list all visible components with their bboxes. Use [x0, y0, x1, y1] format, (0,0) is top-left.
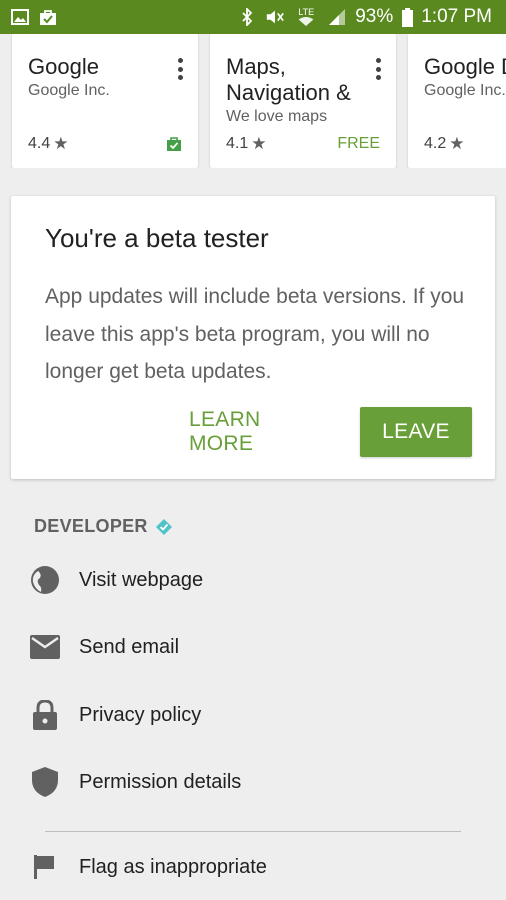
bluetooth-icon [237, 8, 257, 26]
app-rating: 4.4 ★ [28, 134, 69, 154]
beta-card-title: You're a beta tester [45, 223, 269, 253]
installed-icon [166, 136, 182, 152]
top-developer-badge-icon [155, 518, 172, 535]
battery-icon [401, 7, 413, 27]
status-bar-right: LTE 93% 1:07 PM [237, 6, 492, 28]
mute-icon [265, 8, 285, 26]
overflow-menu-icon[interactable] [176, 58, 184, 80]
app-rating: 4.2 ★ [424, 134, 465, 154]
price-label: FREE [337, 135, 380, 152]
app-title: Maps, Navigation & [226, 54, 351, 105]
developer-header-label: DEVELOPER [34, 516, 148, 536]
beta-card-body: App updates will include beta versions. … [45, 285, 465, 383]
leave-button[interactable]: LEAVE [360, 407, 472, 457]
email-icon [30, 632, 60, 662]
flag-icon [30, 852, 60, 882]
app-card-maps[interactable]: Maps, Navigation & We love maps 4.1 ★ FR… [210, 34, 396, 168]
permission-details-label: Permission details [79, 770, 242, 793]
signal-icon [327, 8, 347, 26]
visit-webpage-label: Visit webpage [79, 568, 204, 591]
app-developer: Google Inc. [424, 82, 506, 99]
shield-icon [30, 767, 60, 797]
app-developer: Google Inc. [28, 82, 110, 99]
send-email-label: Send email [79, 635, 180, 658]
clock: 1:07 PM [421, 6, 492, 27]
lock-icon [30, 700, 60, 730]
send-email-item[interactable]: Send email [0, 618, 506, 676]
app-rating: 4.1 ★ [226, 134, 267, 154]
battery-percent: 93% [355, 6, 394, 27]
app-card-google-docs[interactable]: Google Docs Google Inc. 4.2 ★ [408, 34, 506, 168]
visit-webpage-item[interactable]: Visit webpage [0, 551, 506, 609]
similar-apps-row: Google Google Inc. 4.4 ★ Maps, Navigatio… [0, 34, 506, 168]
privacy-policy-label: Privacy policy [79, 703, 202, 726]
flag-inappropriate-item[interactable]: Flag as inappropriate [0, 838, 506, 896]
store-notification-icon [38, 8, 58, 26]
flag-inappropriate-label: Flag as inappropriate [79, 855, 267, 878]
star-icon: ★ [53, 134, 69, 153]
overflow-menu-icon[interactable] [374, 58, 382, 80]
app-card-footer: 4.1 ★ FREE [226, 134, 380, 154]
app-card-google[interactable]: Google Google Inc. 4.4 ★ [12, 34, 198, 168]
privacy-policy-item[interactable]: Privacy policy [0, 686, 506, 744]
rating-value: 4.1 [226, 135, 249, 152]
developer-section-header: DEVELOPER [34, 516, 172, 537]
app-developer: We love maps [226, 108, 328, 125]
permission-details-item[interactable]: Permission details [0, 753, 506, 811]
app-card-footer: 4.2 ★ [424, 134, 506, 154]
image-icon [10, 8, 30, 26]
app-card-footer: 4.4 ★ [28, 134, 182, 154]
rating-value: 4.2 [424, 135, 447, 152]
network-type-label: LTE [298, 7, 315, 17]
rating-value: 4.4 [28, 135, 51, 152]
status-bar-left [10, 8, 58, 26]
wifi-icon: LTE [293, 8, 319, 26]
app-title: Google [28, 54, 99, 79]
app-title: Google Docs [424, 54, 506, 79]
star-icon: ★ [251, 134, 267, 153]
globe-icon [30, 565, 60, 595]
learn-more-button[interactable]: LEARN MORE [189, 407, 329, 457]
divider [45, 831, 461, 832]
star-icon: ★ [449, 134, 465, 153]
beta-tester-card: You're a beta tester App updates will in… [11, 196, 495, 479]
status-bar: LTE 93% 1:07 PM [0, 0, 506, 34]
